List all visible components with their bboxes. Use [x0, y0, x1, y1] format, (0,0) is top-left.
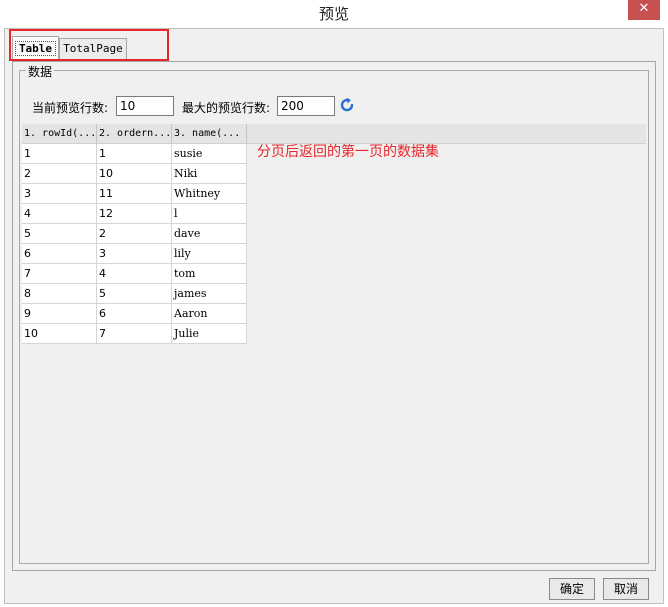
cell-ordernum: 12: [97, 204, 172, 224]
cell-name: susie: [172, 144, 247, 164]
column-header-name[interactable]: 3. name(...: [172, 124, 247, 143]
cell-name: Aaron: [172, 304, 247, 324]
annotation-text: 分页后返回的第一页的数据集: [257, 144, 439, 160]
window-title: 预览: [318, 5, 349, 23]
max-rows-label: 最大的预览行数:: [182, 101, 271, 115]
cell-rowid: 9: [22, 304, 97, 324]
cell-rowid: 7: [22, 264, 97, 284]
cell-rowid: 2: [22, 164, 97, 184]
close-icon: ✕: [638, 1, 650, 16]
cell-rowid: 5: [22, 224, 97, 244]
close-button[interactable]: ✕: [628, 0, 660, 20]
cell-ordernum: 6: [97, 304, 172, 324]
cell-rowid: 1: [22, 144, 97, 164]
cell-ordernum: 5: [97, 284, 172, 304]
title-bar: 预览 ✕: [0, 0, 668, 28]
refresh-icon[interactable]: [339, 97, 355, 113]
cancel-button[interactable]: 取消: [603, 578, 649, 600]
cell-name: tom: [172, 264, 247, 284]
tab-totalpage[interactable]: TotalPage: [59, 38, 127, 59]
cell-ordernum: 11: [97, 184, 172, 204]
preview-table: 1. rowId(... 2. ordern... 3. name(... 1 …: [22, 124, 646, 560]
cell-rowid: 8: [22, 284, 97, 304]
cell-ordernum: 4: [97, 264, 172, 284]
current-rows-label: 当前预览行数:: [32, 101, 109, 115]
cell-rowid: 4: [22, 204, 97, 224]
current-rows-input[interactable]: 10: [116, 96, 174, 116]
cell-rowid: 10: [22, 324, 97, 344]
tab-totalpage-label: TotalPage: [63, 42, 123, 55]
dialog-body: Table TotalPage 数据 当前预览行数: 10 最大的预览行数: 2…: [4, 28, 664, 604]
column-header-rowid[interactable]: 1. rowId(...: [22, 124, 97, 143]
cell-ordernum: 1: [97, 144, 172, 164]
cell-name: Julie: [172, 324, 247, 344]
cell-name: lily: [172, 244, 247, 264]
group-label: 数据: [26, 63, 55, 80]
cell-ordernum: 7: [97, 324, 172, 344]
cell-rowid: 3: [22, 184, 97, 204]
tab-table-label: Table: [14, 41, 57, 56]
ok-button[interactable]: 确定: [549, 578, 595, 600]
cell-rowid: 6: [22, 244, 97, 264]
cell-ordernum: 10: [97, 164, 172, 184]
tab-panel-table: 数据 当前预览行数: 10 最大的预览行数: 200 1. rowId(... …: [12, 61, 656, 571]
cell-name: l: [172, 204, 247, 224]
cell-ordernum: 3: [97, 244, 172, 264]
cell-name: Niki: [172, 164, 247, 184]
cell-name: Whitney: [172, 184, 247, 204]
cell-name: james: [172, 284, 247, 304]
cell-name: dave: [172, 224, 247, 244]
max-rows-input[interactable]: 200: [277, 96, 335, 116]
cell-ordernum: 2: [97, 224, 172, 244]
tab-table[interactable]: Table: [12, 36, 59, 60]
column-header-ordernum[interactable]: 2. ordern...: [97, 124, 172, 143]
